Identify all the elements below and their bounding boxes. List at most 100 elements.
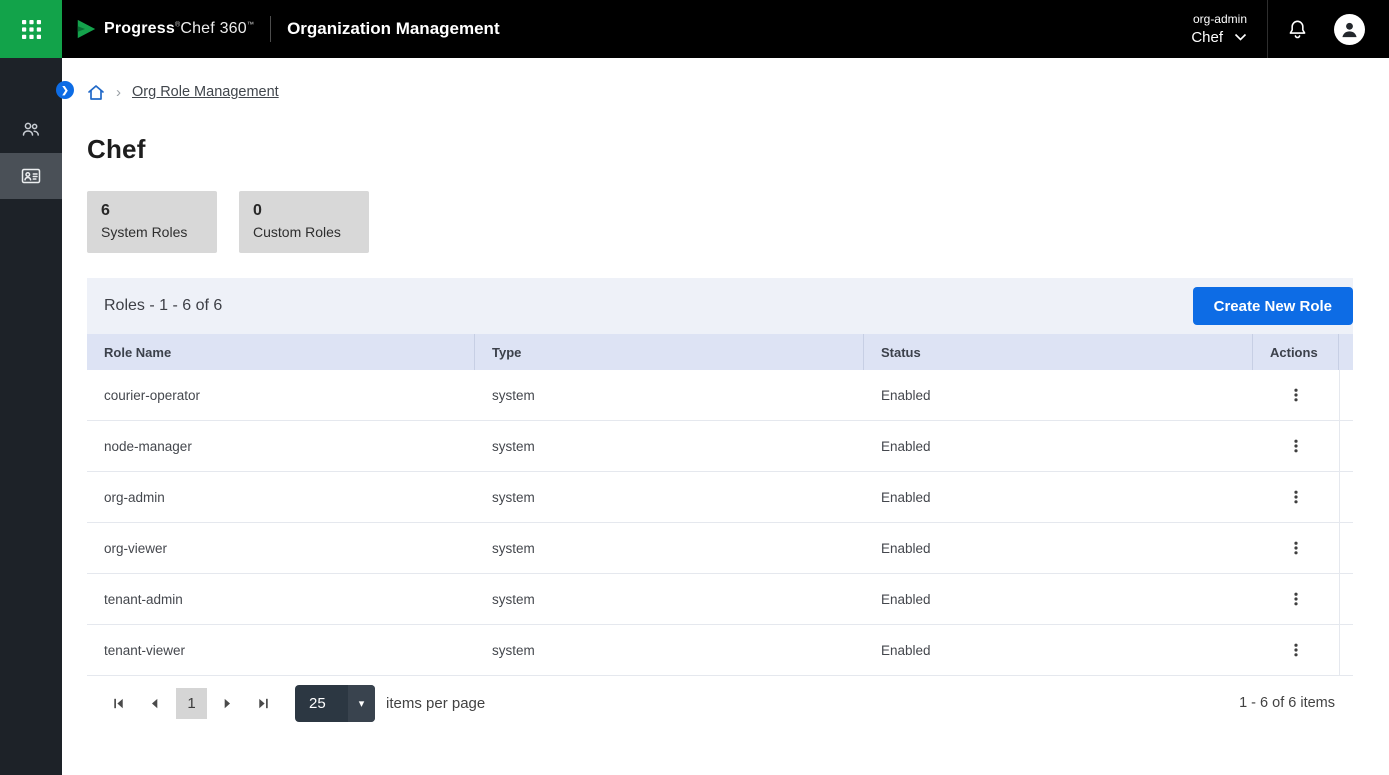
- page-size-value: 25: [295, 695, 348, 712]
- home-icon: [87, 84, 105, 101]
- progress-logo-icon: [75, 18, 97, 40]
- role-status-cell: Enabled: [864, 370, 1253, 420]
- app-title: Organization Management: [287, 19, 500, 39]
- grid-icon: [22, 20, 41, 39]
- next-page-icon: [220, 696, 235, 711]
- row-actions-kebab-button[interactable]: [1281, 482, 1311, 512]
- role-type-cell: system: [475, 472, 864, 522]
- brand-secondary-mark: ™: [247, 22, 254, 29]
- stat-card-custom-roles: 0 Custom Roles: [239, 191, 369, 253]
- header-divider: [270, 16, 271, 42]
- stat-value: 6: [101, 201, 203, 221]
- table-row: org-viewer system Enabled: [87, 523, 1353, 574]
- kebab-menu-icon: [1288, 540, 1304, 556]
- create-new-role-button[interactable]: Create New Role: [1193, 287, 1353, 325]
- role-type-cell: system: [475, 421, 864, 471]
- role-type-cell: system: [475, 370, 864, 420]
- roles-panel: Roles - 1 - 6 of 6 Create New Role Role …: [87, 278, 1353, 730]
- column-header-actions: Actions: [1253, 334, 1339, 370]
- row-gutter: [1339, 421, 1353, 471]
- org-switcher[interactable]: org-admin Chef: [1191, 11, 1247, 48]
- org-name: Chef: [1191, 28, 1223, 48]
- column-header-type: Type: [475, 334, 864, 370]
- table-row: tenant-viewer system Enabled: [87, 625, 1353, 676]
- row-actions-kebab-button[interactable]: [1281, 635, 1311, 665]
- stat-card-system-roles: 6 System Roles: [87, 191, 217, 253]
- breadcrumb-link-org-role-management[interactable]: Org Role Management: [132, 84, 279, 100]
- notifications-button[interactable]: [1268, 0, 1326, 58]
- role-actions-cell: [1253, 523, 1339, 573]
- brand-secondary: Chef 360: [180, 20, 247, 37]
- brand-primary: Progress: [104, 20, 175, 37]
- column-header-role-name: Role Name: [87, 334, 475, 370]
- breadcrumb-separator: ›: [116, 84, 121, 101]
- page-size-dropdown[interactable]: 25 ▾: [295, 685, 375, 722]
- table-header-row: Role Name Type Status Actions: [87, 334, 1353, 370]
- user-avatar-button[interactable]: [1334, 14, 1365, 45]
- role-actions-cell: [1253, 421, 1339, 471]
- first-page-icon: [111, 696, 126, 711]
- row-gutter: [1339, 472, 1353, 522]
- row-gutter: [1339, 523, 1353, 573]
- next-page-button[interactable]: [210, 687, 244, 719]
- row-gutter: [1339, 574, 1353, 624]
- sidebar-expand-button[interactable]: ❯: [56, 81, 74, 99]
- role-name-cell: node-manager: [87, 421, 475, 471]
- top-bar: Progress®Chef 360™ Organization Manageme…: [0, 0, 1389, 58]
- row-actions-kebab-button[interactable]: [1281, 584, 1311, 614]
- table-row: tenant-admin system Enabled: [87, 574, 1353, 625]
- table-row: org-admin system Enabled: [87, 472, 1353, 523]
- first-page-button[interactable]: [101, 687, 135, 719]
- dropdown-chevron-icon: ▾: [348, 685, 375, 722]
- sidebar-item-roles[interactable]: [0, 153, 62, 199]
- row-actions-kebab-button[interactable]: [1281, 380, 1311, 410]
- role-type-cell: system: [475, 523, 864, 573]
- table-header-gutter: [1339, 334, 1353, 370]
- column-header-status: Status: [864, 334, 1253, 370]
- stat-label: Custom Roles: [253, 223, 355, 241]
- role-status-cell: Enabled: [864, 421, 1253, 471]
- breadcrumb-home-link[interactable]: [87, 84, 105, 101]
- kebab-menu-icon: [1288, 591, 1304, 607]
- main-content: › Org Role Management Chef 6 System Role…: [62, 58, 1389, 775]
- sidebar-item-users[interactable]: [0, 107, 62, 153]
- role-status-cell: Enabled: [864, 472, 1253, 522]
- role-status-cell: Enabled: [864, 574, 1253, 624]
- app-launcher-button[interactable]: [0, 0, 62, 58]
- role-name-cell: courier-operator: [87, 370, 475, 420]
- kebab-menu-icon: [1288, 387, 1304, 403]
- page-number-button[interactable]: 1: [176, 688, 207, 719]
- previous-page-button[interactable]: [137, 687, 171, 719]
- user-icon: [1339, 19, 1360, 40]
- bell-icon: [1286, 18, 1309, 41]
- kebab-menu-icon: [1288, 489, 1304, 505]
- row-gutter: [1339, 625, 1353, 675]
- panel-header: Roles - 1 - 6 of 6 Create New Role: [87, 278, 1353, 334]
- kebab-menu-icon: [1288, 642, 1304, 658]
- sidebar: [0, 58, 62, 775]
- last-page-button[interactable]: [246, 687, 280, 719]
- table-row: courier-operator system Enabled: [87, 370, 1353, 421]
- row-gutter: [1339, 370, 1353, 420]
- role-status-cell: Enabled: [864, 625, 1253, 675]
- table-body: courier-operator system Enabled node-man…: [87, 370, 1353, 676]
- brand-logo: Progress®Chef 360™: [75, 18, 254, 40]
- chevron-down-icon: [1234, 33, 1247, 42]
- row-actions-kebab-button[interactable]: [1281, 533, 1311, 563]
- brand-text: Progress®Chef 360™: [104, 20, 254, 38]
- role-actions-cell: [1253, 574, 1339, 624]
- page-title: Chef: [87, 134, 1353, 165]
- previous-page-icon: [147, 696, 162, 711]
- stat-label: System Roles: [101, 223, 203, 241]
- last-page-icon: [256, 696, 271, 711]
- panel-title: Roles - 1 - 6 of 6: [104, 297, 222, 315]
- role-name-cell: org-admin: [87, 472, 475, 522]
- chevron-right-icon: ❯: [61, 86, 69, 95]
- row-actions-kebab-button[interactable]: [1281, 431, 1311, 461]
- role-type-cell: system: [475, 625, 864, 675]
- role-name-cell: tenant-viewer: [87, 625, 475, 675]
- pagination-range-label: 1 - 6 of 6 items: [1239, 695, 1343, 711]
- role-status-cell: Enabled: [864, 523, 1253, 573]
- pagination-bar: 1 25 ▾ items per page 1 - 6 of 6 items: [87, 676, 1353, 730]
- breadcrumb: › Org Role Management: [87, 81, 1353, 103]
